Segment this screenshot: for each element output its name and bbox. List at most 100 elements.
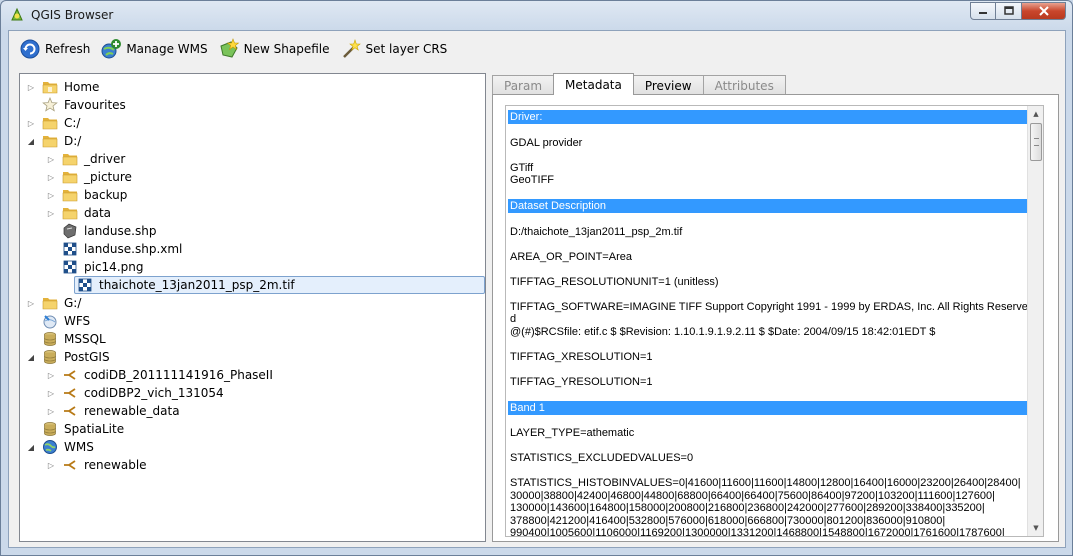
- tree-item[interactable]: MSSQL: [26, 330, 106, 348]
- tree-item-label: PostGIS: [64, 350, 110, 364]
- set-layer-crs-button[interactable]: Set layer CRS: [338, 35, 456, 63]
- folder-icon: [62, 187, 78, 203]
- no-expander: [46, 226, 56, 236]
- metadata-line: TIFFTAG_RESOLUTIONUNIT=1 (unitless): [510, 275, 719, 288]
- add-wms-icon: [101, 39, 122, 59]
- tree-item-label: D:/: [64, 134, 82, 148]
- raster-layer-icon: [77, 277, 93, 293]
- tree-item[interactable]: landuse.shp.xml: [46, 240, 182, 258]
- metadata-line: STATISTICS_EXCLUDEDVALUES=0: [510, 452, 694, 464]
- tree-item-label: Home: [64, 80, 100, 94]
- metadata-line: GTiff: [510, 161, 534, 174]
- tree-item[interactable]: ▷ codiDB_201111141916_PhaseII: [46, 366, 273, 384]
- tree-item-label: pic14.png: [84, 260, 144, 274]
- tree-item-label: codiDBP2_vich_131054: [84, 386, 224, 400]
- tree-item[interactable]: pic14.png: [46, 258, 143, 276]
- metadata-spacer: [508, 149, 1028, 162]
- no-expander: [26, 334, 36, 344]
- new-shapefile-button[interactable]: New Shapefile: [216, 35, 338, 63]
- connection-icon: [62, 457, 78, 473]
- folder-home-icon: [42, 79, 58, 95]
- vertical-scrollbar[interactable]: ▲ ▼: [1027, 106, 1043, 536]
- folder-icon: [62, 205, 78, 221]
- metadata-line: @(#)$RCSfile: etif.c $ $Revision: 1.10.1…: [510, 325, 936, 338]
- tree-item-label: WFS: [64, 314, 91, 328]
- tab-content: Driver: GDAL provider GTiff GeoTIFF Dataset …: [492, 94, 1059, 542]
- scrollbar-thumb[interactable]: [1030, 123, 1042, 161]
- collapse-arrow-icon[interactable]: ◢: [26, 136, 36, 146]
- no-expander: [46, 244, 56, 254]
- expand-arrow-icon[interactable]: ▷: [46, 370, 56, 380]
- tree-item[interactable]: ▷ G:/: [26, 294, 81, 312]
- expand-arrow-icon[interactable]: ▷: [46, 406, 56, 416]
- maximize-button[interactable]: [996, 2, 1022, 20]
- globe-icon: [42, 439, 58, 455]
- metadata-content: Driver: GDAL provider GTiff GeoTIFF Dataset …: [506, 106, 1028, 536]
- tree-item[interactable]: ▷ renewable_data: [46, 402, 180, 420]
- tree-item[interactable]: ▷ C:/: [26, 114, 81, 132]
- minimize-icon: [979, 12, 987, 14]
- expand-arrow-icon[interactable]: ▷: [46, 190, 56, 200]
- expand-arrow-icon[interactable]: ▷: [46, 208, 56, 218]
- no-expander: [46, 262, 56, 272]
- close-button[interactable]: [1022, 2, 1066, 20]
- tree-item[interactable]: ◢ WMS: [26, 438, 94, 456]
- tree-item[interactable]: SpatiaLite: [26, 420, 124, 438]
- title-bar[interactable]: QGIS Browser: [1, 1, 1072, 29]
- new-shapefile-label: New Shapefile: [243, 42, 330, 56]
- tree-item[interactable]: landuse.shp: [46, 222, 156, 240]
- metadata-line: D:/thaichote_13jan2011_psp_2m.tif: [510, 225, 683, 238]
- window-title: QGIS Browser: [31, 8, 114, 22]
- tree-item-label: landuse.shp: [84, 224, 157, 238]
- expand-arrow-icon[interactable]: ▷: [46, 460, 56, 470]
- metadata-spacer: [508, 338, 1028, 351]
- tree-item[interactable]: ▷ codiDBP2_vich_131054: [46, 384, 224, 402]
- scroll-down-arrow-icon[interactable]: ▼: [1028, 520, 1043, 536]
- metadata-spacer: [508, 440, 1028, 453]
- tree-item[interactable]: WFS: [26, 312, 90, 330]
- database-icon: [42, 331, 58, 347]
- close-icon: [1038, 6, 1049, 16]
- wfs-icon: [42, 313, 58, 329]
- metadata-line: GDAL provider: [510, 136, 583, 149]
- tree-item[interactable]: ▷ data: [46, 204, 111, 222]
- properties-panel: Param Metadata Preview Attributes Driver: GD…: [492, 73, 1059, 542]
- expand-arrow-icon[interactable]: ▷: [46, 154, 56, 164]
- collapse-arrow-icon[interactable]: ◢: [26, 352, 36, 362]
- expand-arrow-icon[interactable]: ▷: [46, 388, 56, 398]
- tree-item[interactable]: ▷ Home: [26, 78, 100, 96]
- tree-item[interactable]: ◢ PostGIS: [26, 348, 110, 366]
- collapse-arrow-icon[interactable]: ◢: [26, 442, 36, 452]
- tree-item[interactable]: ▷ renewable: [46, 456, 147, 474]
- tree-item[interactable]: ▷ backup: [46, 186, 127, 204]
- scroll-up-arrow-icon[interactable]: ▲: [1028, 106, 1043, 122]
- metadata-line: TIFFTAG_XRESOLUTION=1: [510, 350, 653, 363]
- expand-arrow-icon[interactable]: ▷: [26, 118, 36, 128]
- browser-tree[interactable]: ▷ Home Favourites ▷ C:/ ◢ D:/ ▷ _driver ▷ _picture…: [19, 73, 486, 542]
- no-expander: [26, 316, 36, 326]
- folder-icon: [62, 169, 78, 185]
- folder-icon: [42, 295, 58, 311]
- database-icon: [42, 349, 58, 365]
- toolbar: Refresh Manage WMS New Shapefile Set lay…: [9, 31, 1065, 67]
- tree-item[interactable]: Favourites: [26, 96, 126, 114]
- tree-item[interactable]: ◢ D:/: [26, 132, 81, 150]
- metadata-line: AREA_OR_POINT=Area: [510, 250, 632, 263]
- refresh-button[interactable]: Refresh: [17, 35, 98, 63]
- expand-arrow-icon[interactable]: ▷: [26, 82, 36, 92]
- metadata-view[interactable]: Driver: GDAL provider GTiff GeoTIFF Dataset …: [505, 105, 1044, 537]
- tree-item-label: renewable_data: [84, 404, 180, 418]
- tree-item[interactable]: thaichote_13jan2011_psp_2m.tif: [74, 276, 485, 294]
- tree-item-label: landuse.shp.xml: [84, 242, 183, 256]
- manage-wms-button[interactable]: Manage WMS: [98, 35, 215, 63]
- tab-preview[interactable]: Preview: [632, 75, 704, 95]
- tree-item-label: data: [84, 206, 112, 220]
- minimize-button[interactable]: [970, 2, 996, 20]
- tree-item[interactable]: ▷ _picture: [46, 168, 132, 186]
- connection-icon: [62, 385, 78, 401]
- tab-metadata[interactable]: Metadata: [553, 73, 634, 95]
- expand-arrow-icon[interactable]: ▷: [46, 172, 56, 182]
- tree-item-label: Favourites: [64, 98, 126, 112]
- tree-item[interactable]: ▷ _driver: [46, 150, 125, 168]
- expand-arrow-icon[interactable]: ▷: [26, 298, 36, 308]
